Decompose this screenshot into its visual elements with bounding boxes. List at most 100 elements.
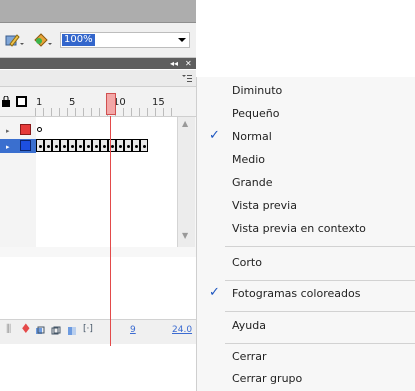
keyframe-dot [71,145,74,148]
ruler-ticks [35,108,173,116]
menu-item-label: Grande [232,176,273,189]
menu-item-label: Cerrar [232,350,267,363]
edit-toolbar: 100% [0,23,196,58]
menu-item-label: Ayuda [232,319,266,332]
keyframe-cell[interactable] [140,139,148,152]
keyframe-cell[interactable] [84,139,92,152]
menu-item-grande[interactable]: Grande [197,171,415,195]
keyframe-cell[interactable] [60,139,68,152]
menu-separator [225,311,415,312]
lock-icon[interactable] [1,95,11,107]
layer-row[interactable]: ▸ [0,123,36,137]
keyframe-cell[interactable] [132,139,140,152]
menu-item-ayuda[interactable]: Ayuda [197,314,415,338]
menu-item-vista-previa[interactable]: Vista previa [197,194,415,218]
center-frame-icon[interactable]: ♦ [20,322,32,337]
keyframe-dot [127,145,130,148]
grip-icon: ⦀ [6,322,12,336]
ruler-label: 5 [69,97,76,108]
hidden-dot-icon[interactable]: ▸ [6,143,10,151]
paint-bucket-icon[interactable] [32,32,54,48]
keyframe-dot [47,145,50,148]
panel-menu-icon[interactable] [182,73,192,82]
keyframe-cell[interactable] [76,139,84,152]
current-frame-number[interactable]: 9 [130,325,136,335]
window-top-band [0,0,196,23]
layer-list: ▸ ▸ [0,117,37,247]
keyframe-cell[interactable] [36,139,44,152]
vertical-scrollbar[interactable]: ▲ ▼ [177,117,195,247]
menu-item-label: Diminuto [232,84,283,97]
menu-item-pequeno[interactable]: Pequeño [197,102,415,126]
keyframe-cell[interactable] [92,139,100,152]
checkmark-icon: ✓ [209,285,220,300]
layer-color-swatch[interactable] [20,124,31,135]
scroll-down-icon[interactable]: ▼ [182,231,188,240]
menu-separator [225,280,415,281]
menu-item-label: Fotogramas coloreados [232,287,361,300]
menu-item-cerrar-grupo[interactable]: Cerrar grupo [197,367,415,391]
keyframe-dot [103,145,106,148]
playhead-line [110,116,111,346]
keyframe-dot [135,145,138,148]
checkmark-icon: ✓ [209,128,220,143]
menu-item-label: Vista previa [232,199,297,212]
modify-markers-icon[interactable]: [·] [83,324,93,334]
keyframe-cell[interactable] [44,139,52,152]
menu-item-cerrar[interactable]: Cerrar [197,345,415,369]
menu-item-label: Cerrar grupo [232,372,303,385]
zoom-value[interactable]: 100% [62,34,95,46]
close-icon[interactable]: ✕ [185,58,192,69]
menu-item-label: Corto [232,256,262,269]
ruler-label: 1 [36,97,43,108]
layer-color-swatch[interactable] [20,140,31,151]
menu-item-normal[interactable]: ✓ Normal [197,125,415,149]
keyframe-dot [55,145,58,148]
menu-item-label: Normal [232,130,272,143]
frames-row[interactable] [36,123,177,137]
hidden-dot-icon[interactable]: ▸ [6,127,10,135]
frame-rate[interactable]: 24.0 [172,325,192,335]
menu-item-label: Medio [232,153,266,166]
keyframe-dot [143,145,146,148]
keyframe-dot [63,145,66,148]
timeline-statusbar: ⦀ ♦ [·] 9 24.0 [0,319,196,344]
flash-app: 100% ◂◂ ✕ 1 5 10 15 ▸ ▸ ▲ ▼ ⦀ ♦ [·] 9 24… [0,0,196,391]
scroll-up-icon[interactable]: ▲ [182,119,188,128]
keyframe-cell[interactable] [100,139,108,152]
menu-item-corto[interactable]: Corto [197,251,415,275]
edit-frames-icon[interactable] [67,326,77,336]
onion-skin-icon[interactable] [35,326,45,336]
ruler-label: 15 [152,97,165,108]
layer-row-selected[interactable]: ▸ [0,139,36,153]
frames-row[interactable] [36,139,177,153]
frames-area[interactable] [36,117,177,247]
keyframe-dot [119,145,122,148]
zoom-combo[interactable]: 100% [60,32,190,48]
menu-item-label: Vista previa en contexto [232,222,366,235]
menu-item-diminuto[interactable]: Diminuto [197,79,415,103]
menu-item-label: Pequeño [232,107,280,120]
playhead[interactable] [106,93,116,115]
keyframe-cell[interactable] [124,139,132,152]
keyframe-dot [79,145,82,148]
panel-options-menu: Diminuto Pequeño ✓ Normal Medio Grande V… [196,77,415,391]
keyframe-cell[interactable] [52,139,60,152]
outline-square-icon[interactable] [16,96,27,107]
menu-separator [225,343,415,344]
timeline: 1 5 10 15 ▸ ▸ ▲ ▼ ⦀ ♦ [·] 9 24.0 [0,87,196,346]
menu-item-vista-previa-en-contexto[interactable]: Vista previa en contexto [197,217,415,241]
dropdown-arrow-icon[interactable] [177,34,187,46]
keyframe-cell[interactable] [68,139,76,152]
keyframe-cell[interactable] [116,139,124,152]
menu-item-fotogramas-coloreados[interactable]: ✓ Fotogramas coloreados [197,282,415,306]
keyframe-dot [111,145,114,148]
menu-item-medio[interactable]: Medio [197,148,415,172]
collapse-icon[interactable]: ◂◂ [170,58,178,69]
onion-outline-icon[interactable] [51,326,61,336]
frame-ruler[interactable]: 1 5 10 15 [0,87,196,117]
menu-separator [225,246,415,247]
timeline-panel-titlebar: ◂◂ ✕ [0,58,196,69]
empty-keyframe[interactable] [37,127,42,132]
pencil-icon[interactable] [4,32,26,48]
